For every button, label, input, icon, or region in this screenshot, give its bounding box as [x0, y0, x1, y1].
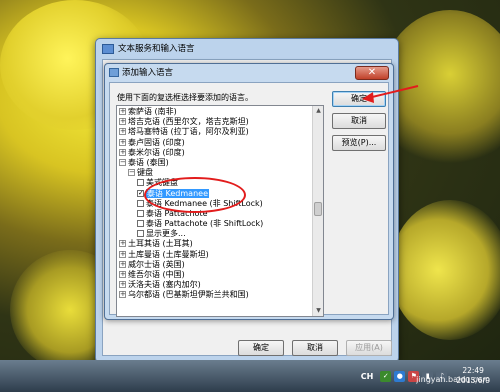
expand-icon[interactable]: + [119, 291, 126, 299]
tree-scrollbar[interactable]: ▲ ▼ [312, 106, 323, 316]
scroll-thumb[interactable] [314, 202, 322, 216]
tree-item-label: 土耳其语 (土耳其) [128, 239, 193, 249]
outer-cancel-button[interactable]: 取消 [292, 340, 338, 356]
tree-item[interactable]: + 土库曼语 (土库曼斯坦) [117, 250, 312, 260]
tree-item[interactable]: + 威尔士语 (英国) [117, 260, 312, 270]
tree-item[interactable]: + 塔吉克语 (西里尔文，塔吉克斯坦) [117, 117, 312, 127]
expand-icon[interactable]: + [119, 240, 126, 248]
checkbox[interactable] [137, 179, 144, 187]
tree-item-label: 维吾尔语 (中国) [128, 270, 185, 279]
tree-item-label: 泰卢固语 (印度) [128, 137, 185, 147]
checkbox[interactable] [137, 199, 144, 207]
collapse-icon[interactable]: − [128, 169, 135, 177]
outer-ok-button[interactable]: 确定 [238, 340, 284, 356]
background-flower [390, 200, 500, 340]
expand-icon[interactable]: + [119, 138, 126, 146]
outer-dialog-buttons: 确定 取消 应用(A) [238, 340, 392, 356]
outer-apply-button[interactable]: 应用(A) [346, 340, 392, 356]
tree-item-label: 键盘 [137, 168, 153, 178]
expand-icon[interactable]: + [119, 148, 126, 156]
scroll-down-arrow-icon[interactable]: ▼ [313, 306, 323, 316]
language-tree[interactable]: + 索萨语 (南非) + 塔吉克语 (西里尔文，塔吉克斯坦) + 塔马塞特语 (拉丁语，阿… [116, 105, 324, 317]
inner-cancel-button[interactable]: 取消 [332, 113, 386, 129]
tree-item-label: 塔马塞特语 (拉丁语，阿尔及利亚) [128, 127, 249, 137]
checkbox[interactable]: ✓ [137, 189, 144, 197]
tree-item[interactable]: + 土耳其语 (土耳其) [117, 239, 312, 249]
tree-item[interactable]: + 泰卢固语 (印度) [117, 138, 312, 148]
annotation-arrow-icon [362, 85, 419, 103]
tree-item[interactable]: 泰语 Pattachote (非 ShiftLock) [117, 219, 312, 229]
expand-icon[interactable]: + [119, 250, 126, 258]
annotation-circle [144, 177, 246, 213]
tree-item[interactable]: + 乌尔都语 (巴基斯坦伊斯兰共和国) [117, 290, 312, 300]
tree-item-label: 泰米尔语 (印度) [128, 147, 185, 157]
language-indicator[interactable]: CH [361, 372, 374, 381]
tree-item[interactable]: + 沃洛夫语 (塞内加尔) [117, 280, 312, 290]
tree-item-label: 沃洛夫语 (塞内加尔) [128, 280, 201, 290]
tree-item[interactable]: 显示更多... [117, 229, 312, 239]
tree-item-label: 乌尔都语 (巴基斯坦伊斯兰共和国) [128, 290, 249, 300]
app-tray-icon[interactable]: ● [394, 370, 406, 382]
instruction-text: 使用下面的复选框选择要添加的语言。 [117, 93, 253, 102]
tree-item[interactable]: + 维吾尔语 (中国) [117, 270, 312, 280]
scroll-up-arrow-icon[interactable]: ▲ [313, 106, 323, 116]
tree-item-label: 显示更多... [146, 229, 186, 239]
tree-item-label: 泰语 (泰国) [128, 157, 169, 167]
close-button[interactable]: ✕ [355, 66, 389, 80]
tree-item-label: 泰语 Pattachote (非 ShiftLock) [146, 219, 264, 229]
tree-item[interactable]: − 键盘 [117, 168, 312, 178]
collapse-icon[interactable]: − [119, 158, 126, 166]
expand-icon[interactable]: + [119, 271, 126, 278]
tree-item-label: 威尔士语 (英国) [128, 259, 185, 269]
watermark: jingyan.baidu.com [416, 375, 490, 384]
expand-icon[interactable]: + [119, 128, 126, 136]
expand-icon[interactable]: + [119, 118, 126, 126]
preview-button[interactable]: 预览(P)... [332, 135, 386, 151]
outer-dialog-title: 文本服务和输入语言 [118, 44, 195, 54]
tree-item-label: 塔吉克语 (西里尔文，塔吉克斯坦) [128, 117, 249, 127]
security-shield-icon[interactable]: ✓ [380, 370, 392, 382]
expand-icon[interactable]: + [119, 108, 126, 115]
checkbox[interactable] [137, 220, 144, 228]
expand-icon[interactable]: + [119, 281, 126, 289]
expand-icon[interactable]: + [119, 260, 126, 268]
tree-item[interactable]: + 塔马塞特语 (拉丁语，阿尔及利亚) [117, 127, 312, 137]
tree-item-label: 索萨语 (南非) [128, 107, 177, 116]
checkbox[interactable] [137, 209, 144, 217]
checkbox[interactable] [137, 230, 144, 238]
tree-item[interactable]: + 索萨语 (南非) [117, 107, 312, 117]
inner-dialog-title: 添加输入语言 [122, 68, 174, 78]
tree-item-label: 土库曼语 (土库曼斯坦) [128, 249, 209, 259]
tree-item[interactable]: + 泰米尔语 (印度) [117, 148, 312, 158]
tree-item[interactable]: − 泰语 (泰国) [117, 158, 312, 168]
